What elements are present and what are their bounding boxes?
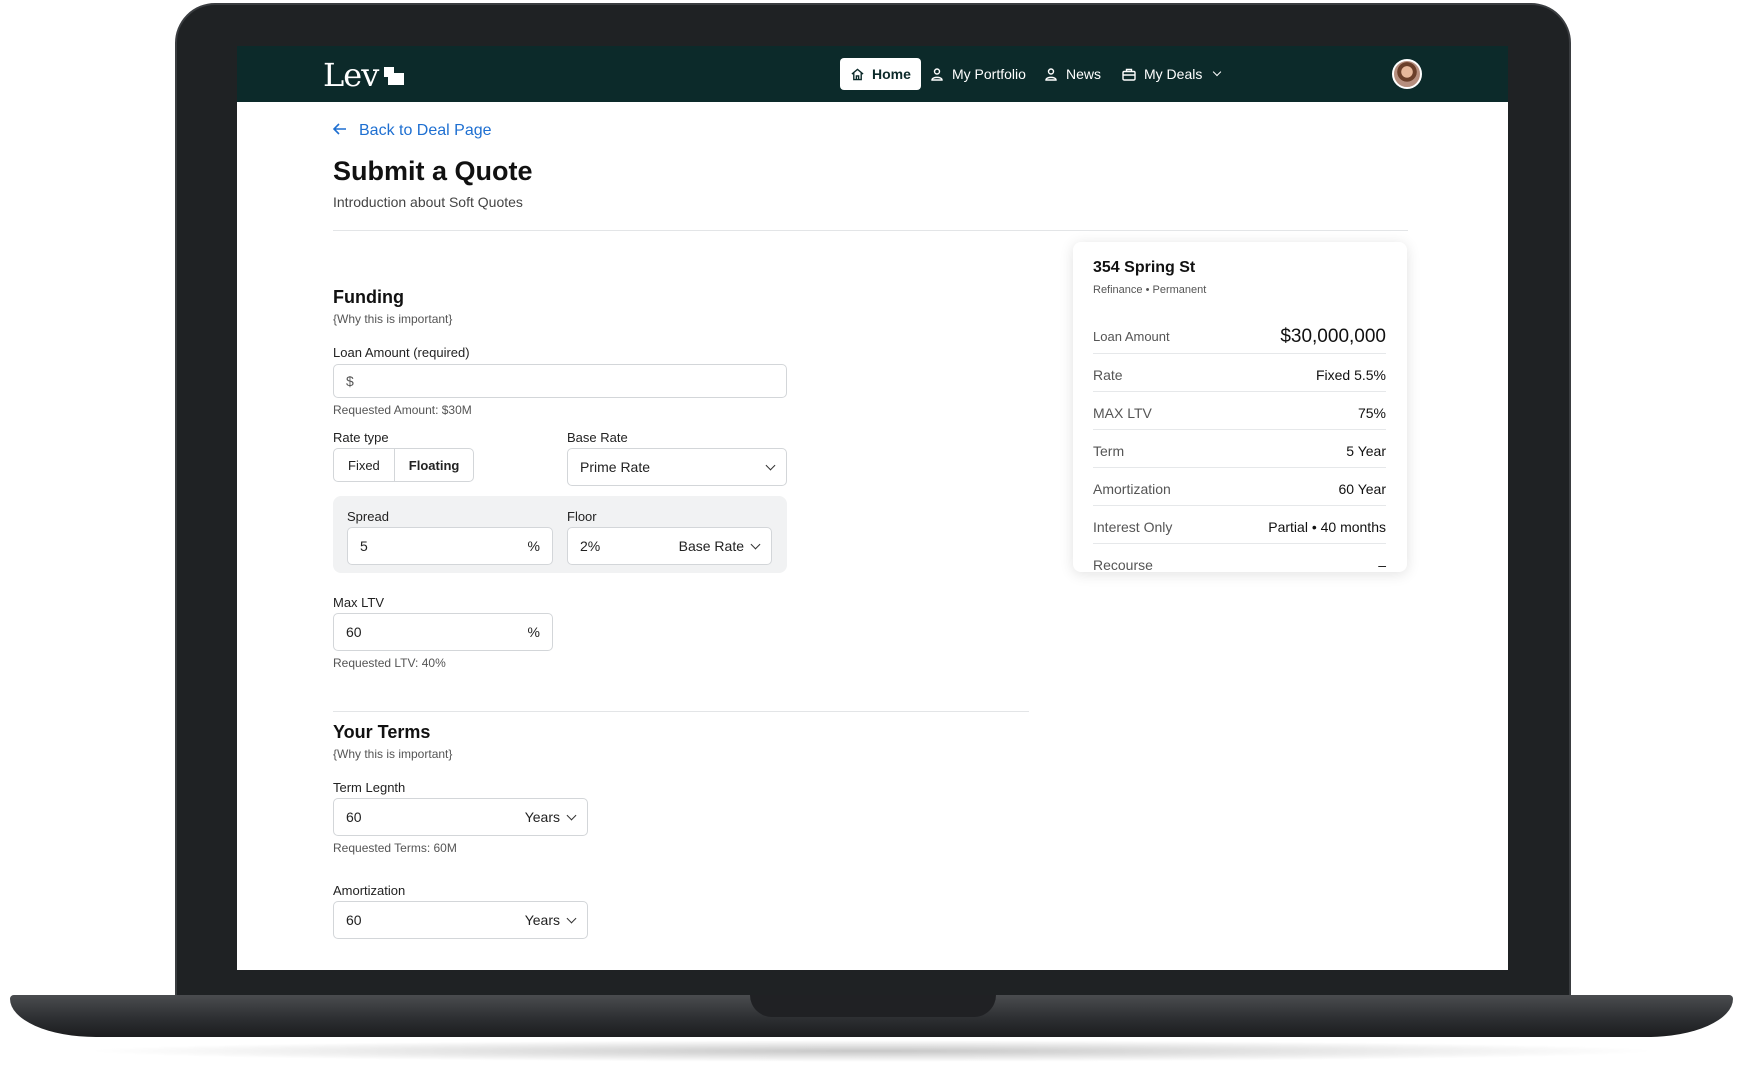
summary-label: MAX LTV (1093, 404, 1152, 421)
loan-amount-helper: Requested Amount: $30M (333, 403, 472, 417)
spread-unit: % (527, 538, 540, 554)
nav-my-deals-label: My Deals (1144, 66, 1203, 82)
nav-my-portfolio-label: My Portfolio (952, 66, 1026, 82)
home-icon (850, 67, 864, 81)
terms-heading: Your Terms (333, 722, 431, 742)
chevron-down-icon (750, 539, 761, 549)
funding-hint: {Why this is important} (333, 312, 453, 326)
summary-row: Recourse – (1093, 548, 1386, 582)
rate-type-toggle: Fixed Floating (333, 448, 475, 482)
spread-input[interactable]: 5 % (347, 527, 553, 565)
laptop-notch (750, 995, 996, 1017)
summary-row: Interest Only Partial • 40 months (1093, 510, 1386, 544)
base-rate-label: Base Rate (567, 430, 628, 445)
nav-home[interactable]: Home (840, 58, 921, 90)
summary-label: Recourse (1093, 557, 1153, 573)
property-subtitle: Refinance • Permanent (1093, 284, 1207, 296)
lev-logo[interactable]: Lev (323, 56, 406, 94)
logo-mark-icon (384, 67, 406, 89)
loan-amount-input[interactable]: $ (333, 364, 787, 398)
arrow-left-icon (332, 122, 347, 140)
term-unit-value: Years (524, 809, 560, 825)
floor-unit-value: Base Rate (678, 538, 744, 554)
back-link-label: Back to Deal Page (359, 122, 492, 139)
term-length-input[interactable]: 60 Years (333, 798, 588, 836)
section-divider (333, 711, 1029, 712)
avatar[interactable] (1392, 59, 1422, 89)
summary-value: – (1378, 557, 1386, 573)
floor-input[interactable]: 2% Base Rate (567, 527, 772, 565)
chevron-down-icon (1213, 67, 1222, 77)
funding-heading: Funding (333, 287, 404, 307)
summary-label: Term (1093, 442, 1125, 459)
term-helper: Requested Terms: 60M (333, 841, 457, 855)
nav-my-portfolio[interactable]: My Portfolio (920, 58, 1036, 90)
nav-home-label: Home (872, 66, 911, 82)
max-ltv-unit: % (527, 624, 540, 640)
summary-value: $30,000,000 (1280, 325, 1386, 347)
summary-row: Rate Fixed 5.5% (1093, 358, 1386, 392)
nav-my-deals[interactable]: My Deals (1112, 58, 1230, 90)
app-screen: Lev Home My Portfolio News My Deals Back… (237, 46, 1508, 970)
summary-value: 5 Year (1346, 442, 1386, 459)
summary-label: Interest Only (1093, 518, 1173, 535)
rate-type-label: Rate type (333, 430, 389, 445)
user-icon (930, 67, 944, 81)
summary-row: Term 5 Year (1093, 434, 1386, 468)
page-subtitle: Introduction about Soft Quotes (333, 194, 523, 210)
laptop-shadow (80, 1040, 1663, 1062)
max-ltv-input[interactable]: 60 % (333, 613, 553, 651)
rate-type-floating[interactable]: Floating (395, 449, 474, 481)
summary-label: Rate (1093, 366, 1123, 383)
summary-label: Loan Amount (1093, 329, 1170, 344)
base-rate-value: Prime Rate (580, 459, 651, 475)
chevron-down-icon (566, 810, 577, 820)
max-ltv-helper: Requested LTV: 40% (333, 656, 446, 670)
currency-prefix: $ (346, 373, 354, 389)
amortization-input[interactable]: 60 Years (333, 901, 588, 939)
summary-row: MAX LTV 75% (1093, 396, 1386, 430)
summary-label: Amortization (1093, 480, 1171, 497)
nav-news-label: News (1066, 66, 1102, 82)
amortization-unit-select[interactable]: Years (524, 912, 577, 928)
logo-text: Lev (323, 56, 379, 94)
max-ltv-value: 60 (346, 624, 362, 640)
rate-type-fixed[interactable]: Fixed (334, 449, 395, 481)
max-ltv-label: Max LTV (333, 595, 385, 610)
page-title: Submit a Quote (333, 156, 533, 186)
term-length-label: Term Legnth (333, 780, 406, 795)
summary-row: Amortization 60 Year (1093, 472, 1386, 506)
briefcase-icon (1122, 67, 1136, 81)
spread-label: Spread (347, 509, 389, 524)
spread-value: 5 (360, 538, 368, 554)
summary-row: Loan Amount $30,000,000 (1093, 320, 1386, 354)
summary-value: 75% (1357, 404, 1386, 421)
floor-value: 2% (580, 538, 601, 554)
floor-unit-select[interactable]: Base Rate (678, 538, 761, 554)
summary-value: Fixed 5.5% (1315, 366, 1386, 383)
summary-value: Partial • 40 months (1268, 518, 1386, 535)
loan-amount-label: Loan Amount (required) (333, 345, 470, 360)
user-icon (1044, 67, 1058, 81)
summary-value: 60 Year (1338, 480, 1387, 497)
nav-news[interactable]: News (1034, 58, 1111, 90)
amortization-label: Amortization (333, 883, 406, 898)
term-length-value: 60 (346, 809, 362, 825)
chevron-down-icon (765, 460, 776, 470)
terms-hint: {Why this is important} (333, 747, 453, 761)
divider (333, 230, 1408, 231)
top-nav: Lev Home My Portfolio News My Deals (237, 46, 1508, 102)
base-rate-select[interactable]: Prime Rate (567, 448, 787, 486)
chevron-down-icon (566, 913, 577, 923)
back-to-deal-link[interactable]: Back to Deal Page (332, 122, 492, 140)
floor-label: Floor (567, 509, 597, 524)
amortization-unit-value: Years (524, 912, 560, 928)
deal-summary-card: 354 Spring St Refinance • Permanent Loan… (1073, 242, 1407, 573)
amortization-value: 60 (346, 912, 362, 928)
term-unit-select[interactable]: Years (524, 809, 577, 825)
property-title: 354 Spring St (1093, 259, 1196, 276)
